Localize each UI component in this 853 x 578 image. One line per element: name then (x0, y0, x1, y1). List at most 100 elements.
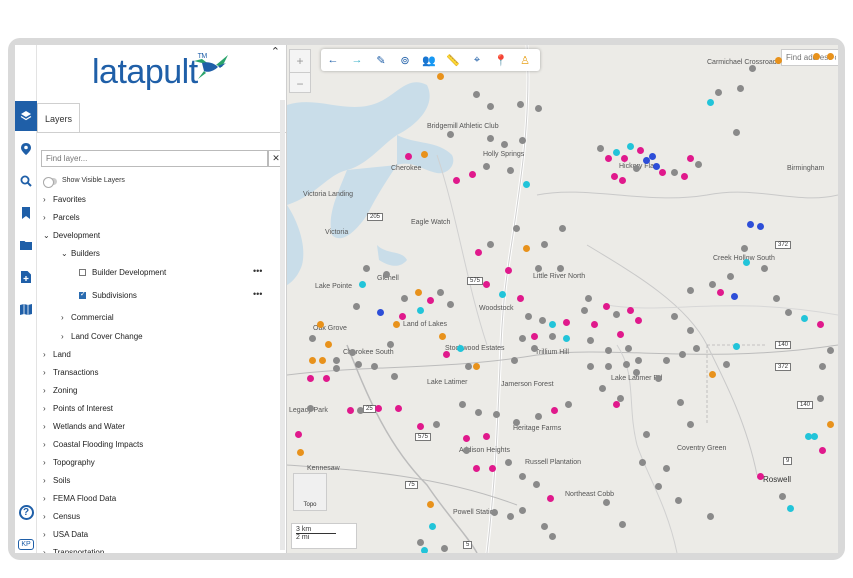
subdivision-point[interactable] (531, 333, 538, 340)
subdivision-point[interactable] (611, 173, 618, 180)
subdivision-point[interactable] (511, 357, 518, 364)
subdivision-point[interactable] (395, 405, 402, 412)
subdivision-point[interactable] (655, 483, 662, 490)
layer-row-development[interactable]: ⌄ Development (43, 231, 100, 240)
layer-row-builder-development[interactable]: Builder Development (79, 268, 166, 277)
expand-caret-icon[interactable]: › (43, 530, 53, 539)
subdivision-point[interactable] (603, 499, 610, 506)
subdivision-point[interactable] (603, 303, 610, 310)
subdivision-point[interactable] (437, 289, 444, 296)
tab-layers[interactable]: Layers (37, 103, 81, 133)
subdivision-point[interactable] (475, 409, 482, 416)
subdivision-point[interactable] (507, 513, 514, 520)
layer-row-zoning[interactable]: › Zoning (43, 386, 77, 395)
subdivision-point[interactable] (519, 137, 526, 144)
subdivision-point[interactable] (757, 223, 764, 230)
subdivision-point[interactable] (519, 335, 526, 342)
expand-caret-icon[interactable]: › (61, 313, 71, 322)
subdivision-point[interactable] (817, 395, 824, 402)
subdivision-point[interactable] (819, 447, 826, 454)
subdivision-point[interactable] (633, 369, 640, 376)
subdivision-point[interactable] (621, 155, 628, 162)
subdivision-point[interactable] (549, 333, 556, 340)
layer-row-soils[interactable]: › Soils (43, 476, 70, 485)
expand-caret-icon[interactable]: ⌄ (61, 249, 71, 258)
subdivision-point[interactable] (323, 375, 330, 382)
subdivision-point[interactable] (297, 449, 304, 456)
subdivision-point[interactable] (635, 317, 642, 324)
subdivision-point[interactable] (499, 291, 506, 298)
subdivision-point[interactable] (643, 431, 650, 438)
subdivision-point[interactable] (687, 421, 694, 428)
subdivision-point[interactable] (427, 297, 434, 304)
expand-caret-icon[interactable]: › (43, 422, 53, 431)
subdivision-point[interactable] (439, 333, 446, 340)
subdivision-point[interactable] (391, 373, 398, 380)
subdivision-point[interactable] (625, 345, 632, 352)
subdivision-point[interactable] (535, 265, 542, 272)
subdivision-point[interactable] (393, 321, 400, 328)
layer-row-transactions[interactable]: › Transactions (43, 368, 99, 377)
subdivision-point[interactable] (519, 507, 526, 514)
layer-checkbox[interactable] (79, 269, 86, 276)
subdivision-point[interactable] (549, 533, 556, 540)
subdivision-point[interactable] (587, 363, 594, 370)
subdivision-point[interactable] (401, 295, 408, 302)
subdivision-point[interactable] (605, 363, 612, 370)
subdivision-point[interactable] (405, 153, 412, 160)
bookmark-icon[interactable] (15, 198, 37, 228)
subdivision-point[interactable] (421, 151, 428, 158)
subdivision-point[interactable] (741, 245, 748, 252)
expand-caret-icon[interactable]: › (43, 404, 53, 413)
subdivision-point[interactable] (731, 293, 738, 300)
subdivision-point[interactable] (565, 401, 572, 408)
subdivision-point[interactable] (563, 319, 570, 326)
subdivision-point[interactable] (493, 411, 500, 418)
subdivision-point[interactable] (743, 259, 750, 266)
subdivision-point[interactable] (653, 163, 660, 170)
subdivision-point[interactable] (505, 267, 512, 274)
find-layer-input[interactable] (41, 150, 268, 167)
subdivision-point[interactable] (655, 375, 662, 382)
subdivision-point[interactable] (761, 265, 768, 272)
subdivision-point[interactable] (417, 307, 424, 314)
subdivision-point[interactable] (459, 401, 466, 408)
subdivision-point[interactable] (309, 357, 316, 364)
expand-caret-icon[interactable]: › (43, 368, 53, 377)
subdivision-point[interactable] (597, 145, 604, 152)
subdivision-point[interactable] (723, 361, 730, 368)
subdivision-point[interactable] (559, 225, 566, 232)
back-arrow-icon[interactable]: ← (321, 54, 345, 66)
subdivision-point[interactable] (635, 357, 642, 364)
crosshair-icon[interactable]: ⌖ (465, 54, 489, 67)
subdivision-point[interactable] (801, 315, 808, 322)
subdivision-point[interactable] (507, 167, 514, 174)
layer-row-parcels[interactable]: › Parcels (43, 213, 80, 222)
people-icon[interactable]: 👥 (417, 54, 441, 67)
subdivision-point[interactable] (671, 169, 678, 176)
subdivision-point[interactable] (483, 163, 490, 170)
subdivision-point[interactable] (491, 509, 498, 516)
subdivision-point[interactable] (355, 361, 362, 368)
subdivision-point[interactable] (619, 177, 626, 184)
subdivision-point[interactable] (805, 433, 812, 440)
subdivision-point[interactable] (307, 405, 314, 412)
subdivision-point[interactable] (319, 357, 326, 364)
layer-checkbox[interactable] (79, 290, 86, 299)
measure-ruler-icon[interactable]: 📏 (441, 54, 465, 67)
folder-icon[interactable] (15, 230, 37, 260)
map-pin-icon[interactable] (15, 134, 37, 164)
layer-row-land[interactable]: › Land (43, 350, 71, 359)
subdivision-point[interactable] (677, 399, 684, 406)
subdivision-point[interactable] (717, 289, 724, 296)
layer-row-census[interactable]: › Census (43, 512, 80, 521)
subdivision-point[interactable] (541, 241, 548, 248)
subdivision-point[interactable] (613, 401, 620, 408)
search-icon[interactable] (15, 166, 37, 196)
location-pin-icon[interactable]: 📍 (489, 54, 513, 67)
subdivision-point[interactable] (827, 347, 834, 354)
expand-caret-icon[interactable]: › (43, 440, 53, 449)
subdivision-point[interactable] (473, 465, 480, 472)
subdivision-point[interactable] (347, 407, 354, 414)
subdivision-point[interactable] (733, 129, 740, 136)
